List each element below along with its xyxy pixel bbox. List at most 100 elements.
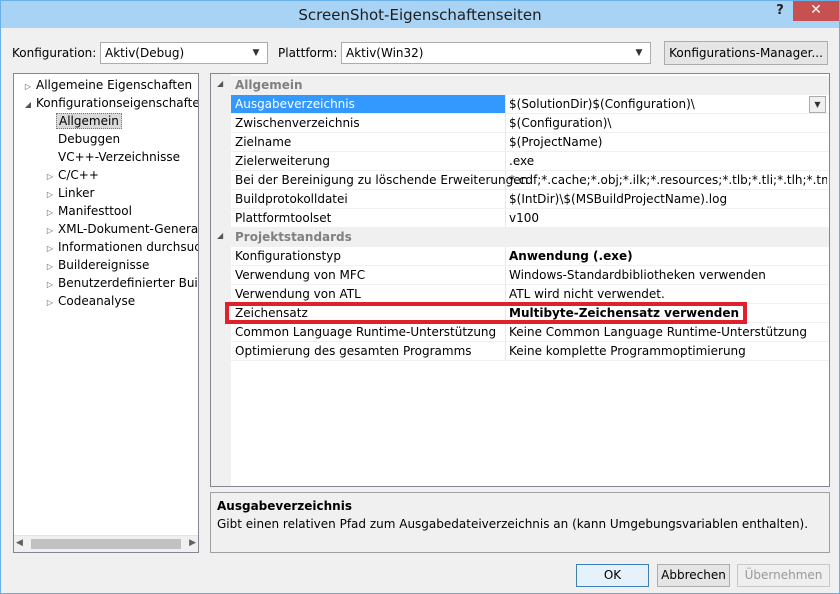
category-title: Projektstandards [235, 230, 352, 244]
property-value[interactable]: $(Configuration)\ [509, 116, 827, 130]
window-title: ScreenShot-Eigenschaftenseiten [298, 6, 542, 24]
expand-arrow-icon[interactable]: ▷ [44, 190, 56, 199]
column-splitter [505, 152, 506, 171]
konfiguration-value: Aktiv(Debug) [105, 46, 185, 60]
description-title: Ausgabeverzeichnis [217, 499, 352, 513]
tree-item-label: Informationen durchsuchen [58, 240, 199, 254]
konfigurations-manager-button[interactable]: Konfigurations-Manager... [664, 41, 828, 65]
tree-item-label: Debuggen [58, 132, 121, 146]
property-row-plattformtoolset[interactable]: Plattformtoolset v100 [211, 209, 829, 228]
plattform-label: Plattform: [278, 46, 338, 60]
column-splitter [505, 209, 506, 228]
property-value[interactable]: ATL wird nicht verwendet. [509, 287, 827, 301]
property-value[interactable]: Anwendung (.exe) [509, 249, 827, 263]
collapse-arrow-icon[interactable]: ◢ [217, 231, 223, 240]
tree-item-informationen-durchsuchen[interactable]: ▷Informationen durchsuchen [44, 240, 199, 258]
column-splitter [505, 114, 506, 133]
property-name: Optimierung des gesamten Programms [235, 344, 472, 358]
tree-item-xml-dokument-generator[interactable]: ▷XML-Dokument-Generator [44, 222, 199, 240]
property-row-bereinigung-erweiterungen[interactable]: Bei der Bereinigung zu löschende Erweite… [211, 171, 829, 190]
tree-item-allgemeine-eigenschaften[interactable]: ▷ Allgemeine Eigenschaften [22, 78, 194, 96]
property-grid: ◢ Allgemein Ausgabeverzeichnis $(Solutio… [210, 73, 830, 487]
property-pages-window: ScreenShot-Eigenschaftenseiten ? ✕ Konfi… [0, 0, 840, 594]
property-name: Ausgabeverzeichnis [235, 97, 355, 111]
tree-item-allgemein[interactable]: Allgemein [44, 113, 122, 132]
tree-item-debuggen[interactable]: Debuggen [44, 132, 122, 150]
tree-item-label: Codeanalyse [58, 294, 136, 308]
property-row-programmoptimierung[interactable]: Optimierung des gesamten Programms Keine… [211, 342, 829, 361]
category-title: Allgemein [235, 78, 303, 92]
konfiguration-combo[interactable]: Aktiv(Debug) ▼ [100, 42, 268, 64]
column-splitter [505, 133, 506, 152]
tree-item-codeanalyse[interactable]: ▷ Codeanalyse [44, 294, 137, 312]
property-value[interactable]: $(ProjectName) [509, 135, 827, 149]
property-value[interactable]: .exe [509, 154, 827, 168]
property-value[interactable]: Windows-Standardbibliotheken verwenden [509, 268, 827, 282]
expand-arrow-icon[interactable]: ▷ [44, 280, 56, 289]
apply-button[interactable]: Übernehmen [737, 564, 830, 587]
property-row-ausgabeverzeichnis[interactable]: Ausgabeverzeichnis $(SolutionDir)$(Confi… [211, 95, 829, 114]
property-name: Bei der Bereinigung zu löschende Erweite… [235, 173, 529, 187]
ok-button[interactable]: OK [576, 564, 649, 587]
plattform-value: Aktiv(Win32) [346, 46, 424, 60]
column-splitter [505, 171, 506, 190]
collapse-arrow-icon[interactable]: ◢ [217, 79, 223, 88]
expand-arrow-icon[interactable]: ▷ [44, 226, 56, 235]
scrollbar-thumb[interactable] [31, 539, 181, 549]
scroll-left-icon[interactable]: ◀ [16, 538, 23, 548]
tree-item-label: C/C++ [58, 168, 99, 182]
column-splitter [505, 323, 506, 342]
column-splitter [505, 247, 506, 266]
property-row-clr-unterstuetzung[interactable]: Common Language Runtime-Unterstützung Ke… [211, 323, 829, 342]
tree-item-label: Buildereignisse [58, 258, 150, 272]
property-name: Zielerweiterung [235, 154, 330, 168]
expand-arrow-icon[interactable]: ▷ [44, 262, 56, 271]
property-value[interactable]: $(SolutionDir)$(Configuration)\ [509, 97, 827, 111]
expand-arrow-icon[interactable]: ▷ [44, 298, 56, 307]
property-value[interactable]: v100 [509, 211, 827, 225]
property-name: Verwendung von MFC [235, 268, 366, 282]
column-splitter [505, 190, 506, 209]
chevron-down-icon[interactable]: ▼ [809, 96, 826, 113]
property-row-verwendung-mfc[interactable]: Verwendung von MFC Windows-Standardbibli… [211, 266, 829, 285]
tree-item-konfigurationseigenschaften[interactable]: ◢ Konfigurationseigenschaften [22, 96, 198, 114]
property-value[interactable]: Keine komplette Programmoptimierung [509, 344, 827, 358]
plattform-combo[interactable]: Aktiv(Win32) ▼ [341, 42, 651, 64]
annotation-highlight-box [225, 302, 747, 324]
tree-item-buildereignisse[interactable]: ▷ Buildereignisse [44, 258, 151, 276]
tree-item-benutzerdefinierter-buildschritt[interactable]: ▷Benutzerdefinierter Buildschritt [44, 276, 198, 294]
property-name: Zielname [235, 135, 292, 149]
description-text: Gibt einen relativen Pfad zum Ausgabedat… [217, 517, 809, 531]
property-name: Buildprotokolldatei [235, 192, 348, 206]
property-row-konfigurationstyp[interactable]: Konfigurationstyp Anwendung (.exe) [211, 247, 829, 266]
expand-arrow-icon[interactable]: ▷ [44, 244, 56, 253]
property-value[interactable]: $(IntDir)\$(MSBuildProjectName).log [509, 192, 827, 206]
cancel-button[interactable]: Abbrechen [657, 564, 730, 587]
tree-item-label: XML-Dokument-Generator [58, 222, 199, 236]
category-tree: ▷ Allgemeine Eigenschaften ◢ Konfiguration… [13, 73, 199, 553]
property-value[interactable]: *.cdf;*.cache;*.obj;*.ilk;*.resources;*.… [509, 173, 827, 187]
tree-item-manifesttool[interactable]: ▷ Manifesttool [44, 204, 134, 222]
property-row-buildprotokolldatei[interactable]: Buildprotokolldatei $(IntDir)\$(MSBuildP… [211, 190, 829, 209]
property-name: Konfigurationstyp [235, 249, 341, 263]
tree-item-c-cpp[interactable]: ▷ C/C++ [44, 168, 101, 186]
category-projektstandards[interactable]: ◢ Projektstandards [211, 228, 829, 247]
column-splitter [505, 266, 506, 285]
expand-arrow-icon[interactable]: ▷ [44, 208, 56, 217]
category-allgemein[interactable]: ◢ Allgemein [211, 76, 829, 95]
tree-item-vc-verzeichnisse[interactable]: VC++-Verzeichnisse [44, 150, 182, 168]
collapse-arrow-icon[interactable]: ◢ [22, 100, 34, 109]
property-row-zwischenverzeichnis[interactable]: Zwischenverzeichnis $(Configuration)\ [211, 114, 829, 133]
close-button[interactable]: ✕ [793, 1, 839, 21]
property-row-zielerweiterung[interactable]: Zielerweiterung .exe [211, 152, 829, 171]
expand-arrow-icon[interactable]: ▷ [44, 172, 56, 181]
property-row-zielname[interactable]: Zielname $(ProjectName) [211, 133, 829, 152]
tree-horizontal-scrollbar[interactable]: ◀ ▶ [14, 535, 198, 552]
property-value[interactable]: Keine Common Language Runtime-Unterstütz… [509, 325, 827, 339]
property-name: Common Language Runtime-Unterstützung [235, 325, 497, 339]
scroll-right-icon[interactable]: ▶ [189, 538, 196, 548]
help-button[interactable]: ? [769, 1, 791, 23]
expand-arrow-icon[interactable]: ▷ [22, 82, 34, 91]
tree-item-label: Allgemein [56, 113, 122, 129]
tree-item-linker[interactable]: ▷ Linker [44, 186, 96, 204]
